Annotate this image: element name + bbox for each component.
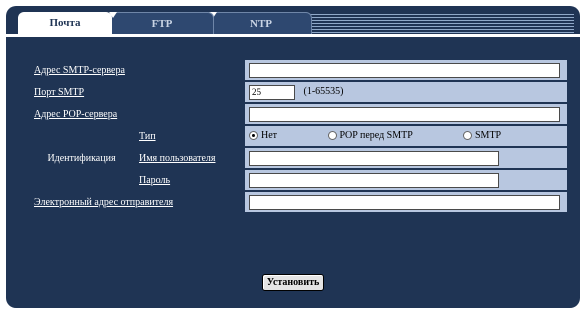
sender-email-label[interactable]: Электронный адрес отправителя xyxy=(30,192,243,212)
auth-type-row: Идентификация Тип Нет POP перед SMTP SMT… xyxy=(30,126,567,190)
smtp-port-row: Порт SMTP (1-65535) xyxy=(30,82,567,102)
smtp-server-label[interactable]: Адрес SMTP-сервера xyxy=(30,60,243,80)
mail-settings-panel: Адрес SMTP-сервера Порт SMTP (1-65535) А… xyxy=(28,58,569,214)
smtp-server-row: Адрес SMTP-сервера xyxy=(30,60,567,80)
sender-email-cell xyxy=(245,192,567,212)
auth-username-cell xyxy=(245,148,567,168)
smtp-port-input[interactable] xyxy=(249,84,295,100)
mail-settings-table: Адрес SMTP-сервера Порт SMTP (1-65535) А… xyxy=(28,58,569,214)
tab-ntp[interactable]: NTP xyxy=(209,12,312,34)
tab-ftp-label: FTP xyxy=(151,17,173,30)
auth-option-smtp[interactable]: SMTP xyxy=(463,130,501,141)
sender-email-row: Электронный адрес отправителя xyxy=(30,192,567,212)
pop-server-cell xyxy=(245,104,567,124)
auth-option-pop-before-smtp[interactable]: POP перед SMTP xyxy=(327,130,461,141)
auth-password-input[interactable] xyxy=(249,172,499,188)
submit-button[interactable]: Установить xyxy=(261,274,325,291)
auth-username-input[interactable] xyxy=(249,150,499,166)
smtp-server-input[interactable] xyxy=(249,62,560,78)
smtp-port-cell: (1-65535) xyxy=(245,82,567,102)
settings-frame: NTP FTP Почта Адрес SMTP-сервера Порт SM… xyxy=(6,6,580,308)
smtp-port-label[interactable]: Порт SMTP xyxy=(30,82,243,102)
pop-server-label[interactable]: Адрес POP-сервера xyxy=(30,104,243,124)
smtp-server-cell xyxy=(245,60,567,80)
auth-option-none[interactable]: Нет xyxy=(249,130,325,141)
pop-server-input[interactable] xyxy=(249,106,560,122)
auth-password-label[interactable]: Пароль xyxy=(135,170,243,190)
radio-unchecked-icon xyxy=(327,130,337,140)
pop-server-row: Адрес POP-сервера xyxy=(30,104,567,124)
auth-username-label[interactable]: Имя пользователя xyxy=(135,148,243,168)
tab-ntp-label: NTP xyxy=(250,17,272,30)
tab-bar-decoration xyxy=(306,12,574,34)
radio-unchecked-icon xyxy=(463,130,472,140)
smtp-port-range: (1-65535) xyxy=(303,86,344,98)
tab-underline xyxy=(6,34,580,37)
auth-type-cell: Нет POP перед SMTP SMTP xyxy=(245,126,567,146)
tab-bar: NTP FTP Почта xyxy=(6,6,580,34)
auth-type-label[interactable]: Тип xyxy=(135,126,243,146)
tab-ftp[interactable]: FTP xyxy=(109,12,214,34)
submit-row: Установить xyxy=(6,272,580,291)
radio-checked-icon xyxy=(249,130,258,140)
auth-password-cell xyxy=(245,170,567,190)
tab-mail[interactable]: Почта xyxy=(18,12,112,34)
auth-label: Идентификация xyxy=(30,126,133,190)
sender-email-input[interactable] xyxy=(249,194,560,210)
tab-mail-label: Почта xyxy=(49,17,81,29)
